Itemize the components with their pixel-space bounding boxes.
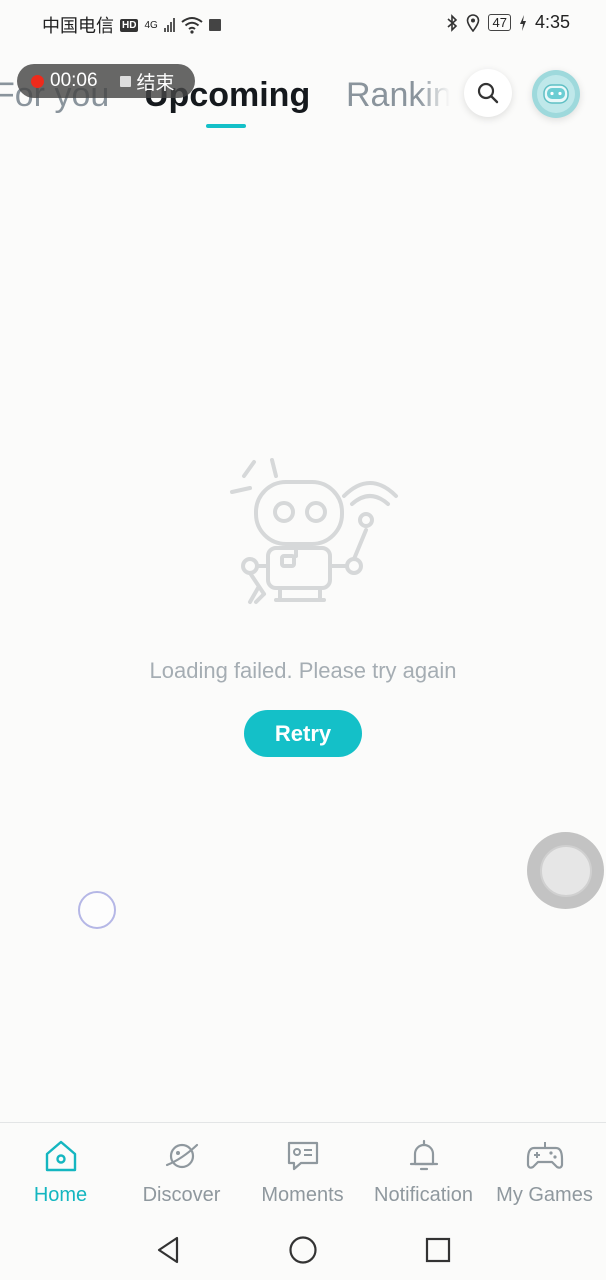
notification-square-icon	[208, 19, 221, 31]
back-triangle-icon	[157, 1236, 179, 1264]
nav-home[interactable]: Home	[0, 1123, 121, 1219]
avatar[interactable]	[532, 70, 580, 118]
robot-error-illustration	[230, 458, 398, 604]
home-icon	[45, 1140, 76, 1172]
charging-icon	[519, 14, 526, 31]
error-message: Loading failed. Please try again	[149, 658, 457, 683]
active-tab-indicator	[206, 124, 246, 128]
bell-icon	[409, 1139, 438, 1171]
status-bar: 中国电信 HD 4G 47 4:35	[0, 0, 606, 48]
nav-my-games[interactable]: My Games	[484, 1123, 605, 1219]
touch-indicator	[78, 891, 116, 929]
network-type: 4G	[144, 19, 158, 31]
clock: 4:35	[534, 12, 570, 32]
screen-recording-pill[interactable]: 00:06 结束	[17, 64, 195, 98]
nav-home-label: Home	[33, 1184, 88, 1206]
search-button[interactable]	[464, 69, 512, 117]
retry-button[interactable]: Retry	[244, 710, 362, 757]
back-button[interactable]	[148, 1230, 188, 1270]
hd-badge: HD	[120, 18, 139, 32]
search-icon	[477, 82, 499, 104]
tab-ranking[interactable]: Ranking	[346, 76, 450, 115]
status-right: 47 4:35	[446, 12, 570, 33]
location-icon	[467, 13, 480, 32]
wifi-icon	[181, 17, 203, 34]
recents-square-icon	[425, 1237, 451, 1263]
battery-indicator: 47	[488, 14, 511, 31]
chat-icon	[287, 1141, 318, 1171]
nav-discover-label: Discover	[142, 1184, 221, 1206]
signal-icon	[163, 18, 175, 32]
recording-time: 00:06	[50, 70, 98, 91]
nav-moments[interactable]: Moments	[242, 1123, 363, 1219]
recents-button[interactable]	[418, 1230, 458, 1270]
nav-notification-label: Notification	[374, 1184, 473, 1206]
bottom-nav: Home Discover Moments Notification My Ga…	[0, 1122, 606, 1218]
home-system-button[interactable]	[283, 1230, 323, 1270]
gamepad-icon	[526, 1142, 563, 1169]
assistive-touch-button[interactable]	[527, 832, 604, 909]
nav-my-games-label: My Games	[496, 1184, 593, 1206]
nav-notification[interactable]: Notification	[363, 1123, 484, 1219]
robot-avatar-icon	[537, 75, 575, 113]
status-left: 中国电信 HD 4G	[42, 12, 221, 38]
planet-icon	[165, 1143, 198, 1169]
home-circle-icon	[289, 1236, 317, 1264]
assistive-touch-inner	[539, 844, 592, 897]
record-dot-icon	[31, 74, 44, 88]
system-nav-bar	[0, 1218, 606, 1280]
nav-discover[interactable]: Discover	[121, 1123, 242, 1219]
stop-recording-label[interactable]: 结束	[137, 68, 175, 95]
stop-icon	[119, 75, 131, 87]
carrier-name: 中国电信	[42, 16, 114, 36]
nav-moments-label: Moments	[261, 1184, 344, 1206]
bluetooth-icon	[447, 13, 458, 32]
